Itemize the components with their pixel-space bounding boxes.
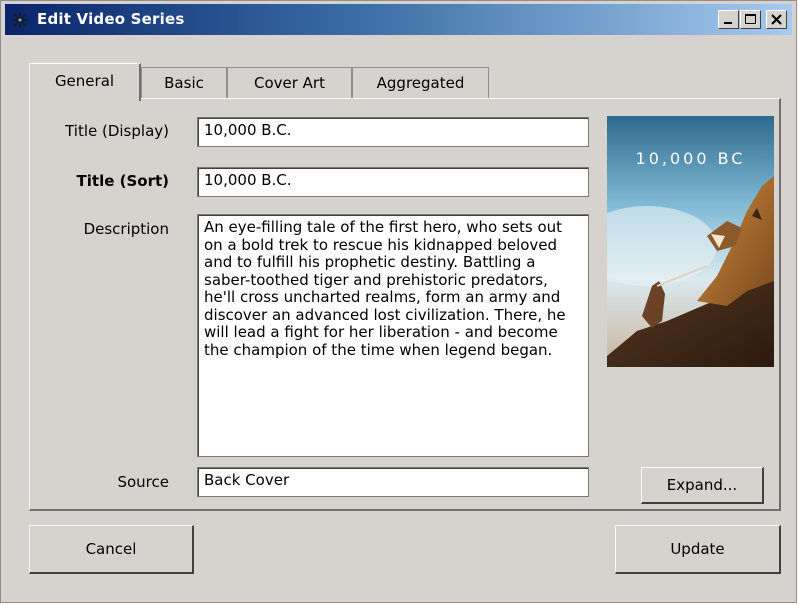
- title-sort-input[interactable]: 10,000 B.C.: [197, 167, 589, 197]
- window-title: Edit Video Series: [37, 10, 185, 28]
- description-textarea[interactable]: An eye-filling tale of the first hero, w…: [197, 214, 589, 457]
- tab-cover-art[interactable]: Cover Art: [227, 67, 352, 99]
- title-display-label: Title (Display): [65, 122, 169, 140]
- source-input[interactable]: Back Cover: [197, 467, 589, 497]
- close-icon: [771, 14, 782, 25]
- tab-aggregated-label: Aggregated: [376, 74, 465, 92]
- title-sort-label: Title (Sort): [76, 172, 169, 190]
- source-label: Source: [117, 473, 169, 491]
- minimize-button[interactable]: [718, 10, 739, 29]
- title-display-input[interactable]: 10,000 B.C.: [197, 117, 589, 147]
- maximize-icon: [745, 14, 756, 24]
- cancel-button-label: Cancel: [85, 540, 137, 558]
- edit-video-series-dialog: Edit Video Series General Basic Cover Ar…: [0, 0, 797, 603]
- cover-title-text: 10,000 BC: [635, 149, 746, 168]
- maximize-button[interactable]: [740, 10, 761, 29]
- tab-cover-art-label: Cover Art: [253, 74, 325, 92]
- update-button[interactable]: Update: [615, 525, 781, 574]
- expand-button-label: Expand...: [666, 476, 738, 494]
- minimize-icon: [724, 22, 732, 24]
- update-button-label: Update: [670, 540, 725, 558]
- tab-general-label: General: [54, 72, 115, 90]
- app-icon: [12, 12, 28, 28]
- cover-art-image: 10,000 BC: [607, 116, 774, 367]
- title-bar[interactable]: Edit Video Series: [5, 4, 792, 35]
- tab-basic-label: Basic: [164, 74, 204, 92]
- tab-general[interactable]: General: [29, 63, 141, 101]
- description-label: Description: [83, 220, 169, 238]
- tab-basic[interactable]: Basic: [141, 67, 227, 99]
- cancel-button[interactable]: Cancel: [29, 525, 194, 574]
- close-button[interactable]: [766, 10, 787, 29]
- tab-aggregated[interactable]: Aggregated: [352, 67, 489, 99]
- expand-button[interactable]: Expand...: [641, 467, 764, 504]
